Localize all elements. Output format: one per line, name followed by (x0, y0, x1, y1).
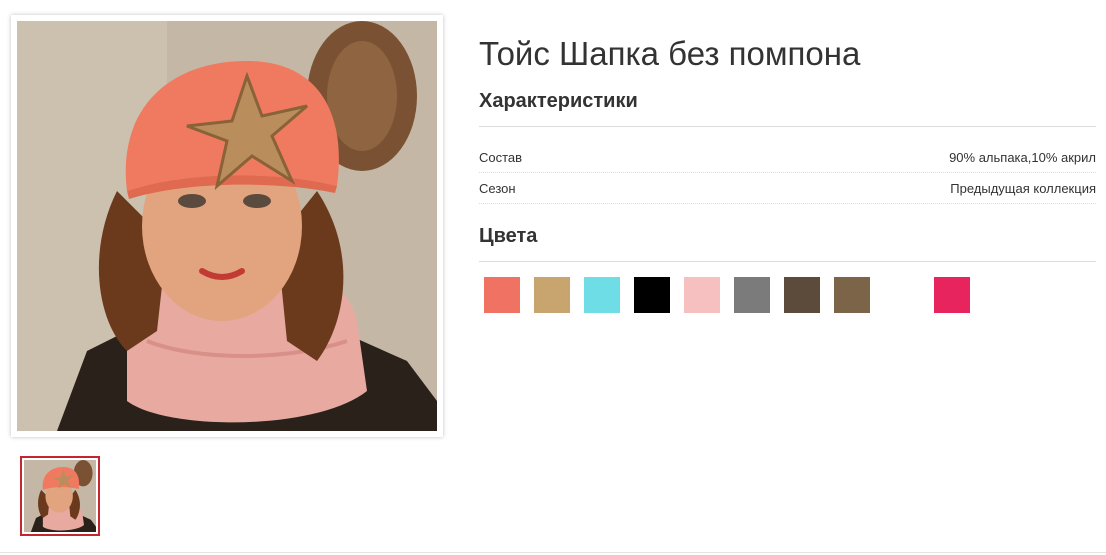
color-swatches (484, 277, 1096, 313)
spec-label: Сезон (479, 180, 516, 196)
specs-table: Состав 90% альпака,10% акрил Сезон Преды… (479, 142, 1096, 204)
product-photo (17, 21, 437, 431)
color-swatch-9[interactable] (884, 277, 920, 313)
spec-value: Предыдущая коллекция (950, 180, 1096, 196)
color-swatch-2[interactable] (534, 277, 570, 313)
specs-divider (479, 126, 1096, 127)
spec-value: 90% альпака,10% акрил (949, 149, 1096, 165)
color-swatch-7[interactable] (784, 277, 820, 313)
spec-row-composition: Состав 90% альпака,10% акрил (479, 142, 1096, 173)
color-swatch-10[interactable] (934, 277, 970, 313)
color-swatch-5[interactable] (684, 277, 720, 313)
spec-label: Состав (479, 149, 523, 165)
bottom-divider (0, 552, 1106, 553)
color-swatch-8[interactable] (834, 277, 870, 313)
thumbnail-image[interactable] (20, 456, 100, 536)
color-swatch-3[interactable] (584, 277, 620, 313)
product-info: Тойс Шапка без помпона Характеристики Со… (479, 30, 1096, 313)
colors-heading: Цвета (479, 225, 538, 247)
spec-row-season: Сезон Предыдущая коллекция (479, 173, 1096, 204)
specs-heading: Характеристики (479, 90, 638, 112)
color-swatch-1[interactable] (484, 277, 520, 313)
main-product-image[interactable] (11, 15, 443, 437)
thumbnail-illustration (24, 460, 96, 532)
thumbnail-photo (24, 460, 96, 532)
colors-divider (479, 261, 1096, 262)
product-photo-illustration (17, 21, 437, 431)
color-swatch-6[interactable] (734, 277, 770, 313)
product-title: Тойс Шапка без помпона (479, 35, 861, 72)
color-swatch-4[interactable] (634, 277, 670, 313)
product-page: Тойс Шапка без помпона Характеристики Со… (0, 0, 1106, 555)
